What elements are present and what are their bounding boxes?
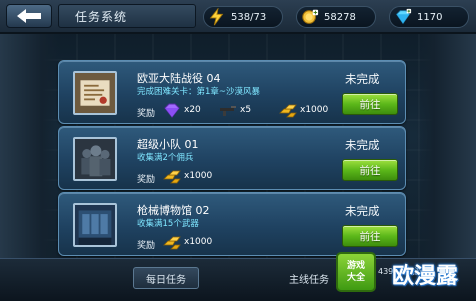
energy-icon	[206, 7, 228, 27]
task-item[interactable]: 超级小队 01 收集满2个佣兵 奖励 x1000 未完成 前往	[58, 126, 406, 190]
background-pillar-left	[0, 30, 60, 270]
reward-value: x20	[184, 105, 201, 115]
reward-gold: x1000	[163, 233, 212, 251]
gem-icon	[164, 103, 180, 118]
gold-bars-icon	[163, 236, 181, 250]
reward-gold: x1000	[279, 101, 328, 119]
logo-line-1: 游戏	[346, 261, 365, 271]
reward-value: x1000	[184, 237, 213, 247]
watermark: 欧漫露	[392, 264, 459, 289]
task-title: 枪械博物馆 02	[137, 204, 210, 217]
task-title: 欧亚大陆战役 04	[137, 72, 221, 85]
goto-button[interactable]: 前往	[342, 159, 398, 181]
logo-line-2: 大全	[346, 273, 365, 283]
task-item[interactable]: 欧亚大陆战役 04 完成困难关卡：第1章~沙漠风暴 奖励 x20 x5 x100…	[58, 60, 406, 124]
reward-value: x1000	[184, 171, 213, 181]
rifle-icon	[220, 106, 236, 116]
task-status: 未完成	[345, 138, 380, 152]
gold-bars-icon	[279, 104, 297, 118]
squad-soldiers-icon	[73, 137, 117, 181]
top-bar: 任务系统 538/73 58278 1170	[0, 0, 476, 34]
reward-gold: x1000	[163, 167, 212, 185]
reward-value: x5	[240, 105, 252, 115]
gold-coin-icon	[299, 7, 321, 27]
back-arrow-icon	[17, 9, 41, 23]
reward-label: 奖励	[137, 241, 156, 251]
back-button[interactable]	[6, 4, 52, 28]
energy-value: 538/73	[231, 11, 267, 23]
background-pillar-right	[416, 30, 476, 270]
gold-bars-icon	[163, 170, 181, 184]
diamond-counter[interactable]: 1170	[389, 6, 469, 28]
task-description: 完成困难关卡：第1章~沙漠风暴	[137, 87, 261, 97]
reward-label: 奖励	[137, 109, 156, 119]
scroll-document-icon	[73, 71, 117, 115]
goto-button[interactable]: 前往	[342, 225, 398, 247]
diamond-icon	[392, 7, 414, 27]
reward-label: 奖励	[137, 175, 156, 185]
task-title: 超级小队 01	[137, 138, 199, 151]
goto-button[interactable]: 前往	[342, 93, 398, 115]
reward-gem: x20	[163, 101, 201, 119]
tab-main-tasks[interactable]: 主线任务	[276, 267, 342, 289]
site-logo: 游戏 大全	[336, 252, 376, 292]
page-title: 任务系统	[58, 4, 196, 28]
diamond-value: 1170	[417, 11, 443, 23]
weapon-museum-icon	[73, 203, 117, 247]
gold-counter[interactable]: 58278	[296, 6, 376, 28]
task-description: 收集满2个佣兵	[137, 153, 194, 163]
task-description: 收集满15个武器	[137, 219, 199, 229]
page-title-text: 任务系统	[75, 9, 128, 24]
task-list: 欧亚大陆战役 04 完成困难关卡：第1章~沙漠风暴 奖励 x20 x5 x100…	[58, 56, 406, 256]
gold-value: 58278	[324, 11, 356, 23]
task-status: 未完成	[345, 204, 380, 218]
task-item[interactable]: 枪械博物馆 02 收集满15个武器 奖励 x1000 未完成 前往	[58, 192, 406, 256]
reward-weapon: x5	[219, 101, 251, 119]
task-status: 未完成	[345, 72, 380, 86]
tab-daily-tasks[interactable]: 每日任务	[133, 267, 199, 289]
reward-value: x1000	[300, 105, 329, 115]
energy-counter[interactable]: 538/73	[203, 6, 283, 28]
